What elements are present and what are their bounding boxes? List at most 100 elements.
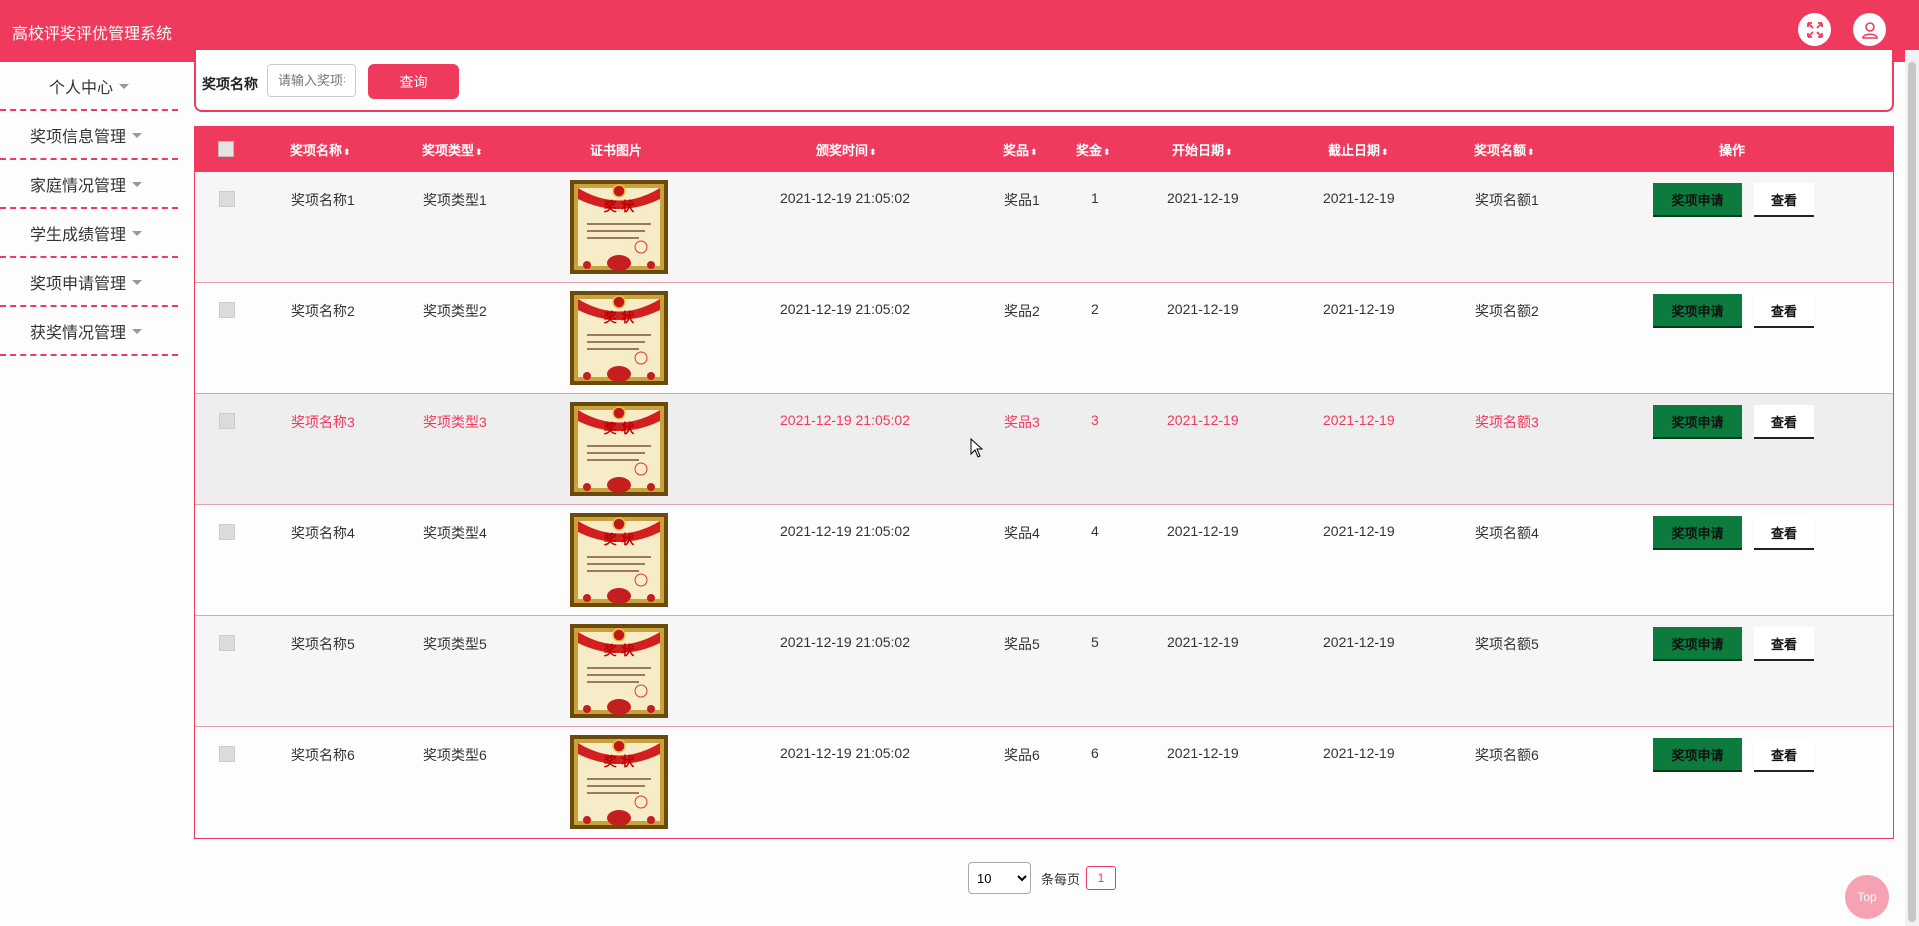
cell-start-date: 2021-12-19 (1167, 301, 1239, 317)
row-checkbox[interactable] (219, 191, 235, 207)
caret-down-icon (132, 133, 143, 138)
page-number-button[interactable]: 1 (1086, 866, 1117, 890)
certificate-image[interactable]: 奖 状 (569, 623, 669, 719)
row-checkbox[interactable] (219, 302, 235, 318)
cell-type: 奖项类型4 (423, 525, 487, 541)
certificate-title: 奖 状 (604, 310, 636, 326)
cell-prize: 奖品5 (1004, 636, 1040, 652)
cell-bonus: 5 (1091, 634, 1099, 650)
header-prize[interactable]: 奖品⬍ (1003, 140, 1038, 159)
table-row[interactable]: 奖项名称6 奖项类型6 2021-12-19 21:05:02 奖品6 6 2021-12… (195, 727, 1893, 838)
cell-name: 奖项名称3 (291, 414, 355, 430)
cell-type: 奖项类型3 (423, 414, 487, 430)
sidebar-item-personal-center[interactable]: 个人中心 (0, 62, 178, 111)
row-checkbox[interactable] (219, 413, 235, 429)
table-row[interactable]: 奖项名称1 奖项类型1 2021-12-19 21:05:02 奖品1 1 2021-12… (195, 172, 1893, 283)
cell-quota: 奖项名额1 (1475, 192, 1539, 208)
sidebar-item-label: 奖项信息管理 (30, 128, 127, 146)
sidebar-item-grades[interactable]: 学生成绩管理 (0, 209, 178, 258)
table-row[interactable]: 奖项名称3 奖项类型3 2021-12-19 21:05:02 奖品3 3 2021-12… (195, 394, 1893, 505)
table-row[interactable]: 奖项名称4 奖项类型4 2021-12-19 21:05:02 奖品4 4 2021-12… (195, 505, 1893, 616)
view-button[interactable]: 查看 (1754, 405, 1814, 439)
header-actions: 操作 (1719, 143, 1746, 158)
certificate-title: 奖 状 (604, 754, 636, 770)
apply-award-button[interactable]: 奖项申请 (1653, 405, 1742, 439)
apply-award-button[interactable]: 奖项申请 (1653, 294, 1742, 328)
sort-icon: ⬍ (1030, 147, 1038, 157)
cell-type: 奖项类型6 (423, 747, 487, 763)
cell-bonus: 6 (1091, 745, 1099, 761)
header-start-date[interactable]: 开始日期⬍ (1172, 140, 1233, 159)
sort-icon: ⬍ (343, 147, 351, 157)
table-body: 奖项名称1 奖项类型1 2021-12-19 21:05:02 奖品1 1 2021-12… (194, 172, 1894, 839)
scrollbar-thumb[interactable] (1908, 62, 1916, 922)
page-scrollbar[interactable] (1905, 50, 1919, 926)
fullscreen-button[interactable] (1798, 13, 1831, 46)
back-to-top-button[interactable]: Top (1845, 875, 1889, 919)
caret-down-icon (132, 329, 143, 334)
caret-down-icon (132, 182, 143, 187)
sidebar-item-family[interactable]: 家庭情况管理 (0, 160, 178, 209)
sidebar-item-winners[interactable]: 获奖情况管理 (0, 307, 178, 356)
certificate-title: 奖 状 (604, 421, 636, 437)
certificate-image[interactable]: 奖 状 (569, 179, 669, 275)
cell-name: 奖项名称4 (291, 525, 355, 541)
cell-type: 奖项类型1 (423, 192, 487, 208)
user-button[interactable] (1853, 13, 1886, 46)
search-input[interactable] (267, 64, 356, 97)
cell-name: 奖项名称1 (291, 192, 355, 208)
page-size-select[interactable]: 10 (968, 862, 1031, 894)
cell-start-date: 2021-12-19 (1167, 745, 1239, 761)
sidebar-item-label: 奖项申请管理 (30, 275, 127, 293)
certificate-image[interactable]: 奖 状 (569, 512, 669, 608)
sidebar-item-applications[interactable]: 奖项申请管理 (0, 258, 178, 307)
header-end-date[interactable]: 截止日期⬍ (1328, 140, 1389, 159)
certificate-image[interactable]: 奖 状 (569, 401, 669, 497)
certificate-title: 奖 状 (604, 532, 636, 548)
cell-quota: 奖项名额4 (1475, 525, 1539, 541)
cell-award-time: 2021-12-19 21:05:02 (780, 190, 910, 206)
cell-end-date: 2021-12-19 (1323, 190, 1395, 206)
header-name[interactable]: 奖项名称⬍ (290, 140, 351, 159)
cell-award-time: 2021-12-19 21:05:02 (780, 412, 910, 428)
caret-down-icon (132, 280, 143, 285)
row-checkbox[interactable] (219, 524, 235, 540)
cell-start-date: 2021-12-19 (1167, 523, 1239, 539)
header-image: 证书图片 (590, 143, 643, 158)
view-button[interactable]: 查看 (1754, 627, 1814, 661)
view-button[interactable]: 查看 (1754, 294, 1814, 328)
certificate-image[interactable]: 奖 状 (569, 290, 669, 386)
table-header: 奖项名称⬍ 奖项类型⬍ 证书图片 颁奖时间⬍ 奖品⬍ 奖金⬍ 开始日期⬍ 截止日… (194, 126, 1894, 172)
select-all-checkbox[interactable] (218, 141, 234, 157)
cell-end-date: 2021-12-19 (1323, 745, 1395, 761)
header-type[interactable]: 奖项类型⬍ (422, 140, 483, 159)
apply-award-button[interactable]: 奖项申请 (1653, 183, 1742, 217)
header-bonus[interactable]: 奖金⬍ (1076, 140, 1111, 159)
view-button[interactable]: 查看 (1754, 738, 1814, 772)
table-row[interactable]: 奖项名称5 奖项类型5 2021-12-19 21:05:02 奖品5 5 2021-12… (195, 616, 1893, 727)
pagination: 10 条每页 1 (968, 862, 1117, 894)
table-row[interactable]: 奖项名称2 奖项类型2 2021-12-19 21:05:02 奖品2 2 2021-12… (195, 283, 1893, 394)
sidebar-item-award-info[interactable]: 奖项信息管理 (0, 111, 178, 160)
apply-award-button[interactable]: 奖项申请 (1653, 627, 1742, 661)
view-button[interactable]: 查看 (1754, 516, 1814, 550)
search-label: 奖项名称 (202, 76, 258, 92)
header-quota[interactable]: 奖项名额⬍ (1474, 140, 1535, 159)
cell-award-time: 2021-12-19 21:05:02 (780, 301, 910, 317)
header-award-time[interactable]: 颁奖时间⬍ (816, 140, 877, 159)
sidebar-item-label: 个人中心 (48, 79, 113, 97)
view-button[interactable]: 查看 (1754, 183, 1814, 217)
sort-icon: ⬍ (1381, 147, 1389, 157)
app-title: 高校评奖评优管理系统 (12, 26, 173, 43)
row-checkbox[interactable] (219, 746, 235, 762)
cell-bonus: 3 (1091, 412, 1099, 428)
sort-icon: ⬍ (1527, 147, 1535, 157)
search-button[interactable]: 查询 (368, 64, 459, 99)
sidebar: 个人中心 奖项信息管理 家庭情况管理 学生成绩管理 奖项申请管理 获奖情况管理 (0, 62, 178, 356)
certificate-image[interactable]: 奖 状 (569, 734, 669, 830)
awards-table: 奖项名称⬍ 奖项类型⬍ 证书图片 颁奖时间⬍ 奖品⬍ 奖金⬍ 开始日期⬍ 截止日… (194, 126, 1894, 839)
apply-award-button[interactable]: 奖项申请 (1653, 738, 1742, 772)
row-checkbox[interactable] (219, 635, 235, 651)
apply-award-button[interactable]: 奖项申请 (1653, 516, 1742, 550)
cell-award-time: 2021-12-19 21:05:02 (780, 523, 910, 539)
